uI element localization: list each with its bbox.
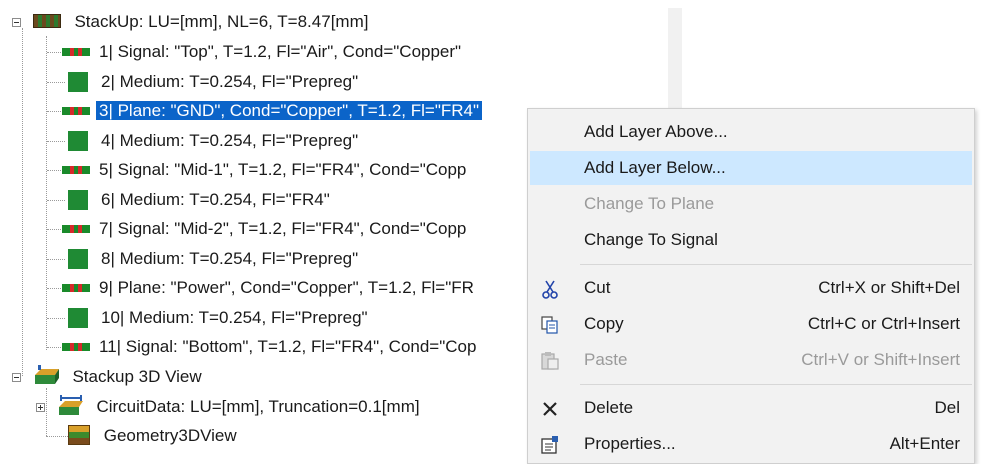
signal-layer-icon — [62, 47, 90, 56]
menu-item-label: Add Layer Above... — [584, 122, 728, 141]
tree-node-label: 4| Medium: T=0.254, Fl="Prepreg" — [101, 131, 359, 150]
menu-shortcut: Del — [934, 398, 960, 417]
tree-node-label: 7| Signal: "Mid-2", T=1.2, Fl="FR4", Con… — [99, 219, 467, 238]
tree-node-layer[interactable]: 6| Medium: T=0.254, Fl="FR4" — [62, 187, 333, 213]
copy-icon — [541, 316, 558, 334]
tree-node-label: 9| Plane: "Power", Cond="Copper", T=1.2,… — [99, 278, 474, 297]
tree-node-geometry-3d-view[interactable]: Geometry3DView — [68, 423, 240, 449]
tree-node-layer[interactable]: 3| Plane: "GND", Cond="Copper", T=1.2, F… — [62, 98, 483, 124]
tree-node-circuit-data[interactable]: CircuitData: LU=[mm], Truncation=0.1[mm] — [34, 394, 423, 420]
tree-node-layer[interactable]: 9| Plane: "Power", Cond="Copper", T=1.2,… — [62, 275, 477, 301]
medium-layer-icon — [68, 130, 88, 151]
tree-node-layer[interactable]: 8| Medium: T=0.254, Fl="Prepreg" — [62, 246, 361, 272]
tree-node-label: 10| Medium: T=0.254, Fl="Prepreg" — [101, 308, 368, 327]
menu-item-cut[interactable]: Cut Ctrl+X or Shift+Del — [530, 271, 972, 305]
context-menu: Add Layer Above... Add Layer Below... Ch… — [527, 108, 975, 464]
medium-layer-icon — [68, 71, 88, 92]
tree-node-label: 6| Medium: T=0.254, Fl="FR4" — [101, 190, 330, 209]
signal-layer-icon — [62, 342, 90, 351]
plane-layer-icon — [62, 106, 90, 115]
menu-item-paste[interactable]: Paste Ctrl+V or Shift+Insert — [530, 343, 972, 377]
collapse-toggle[interactable] — [12, 373, 21, 382]
geometry-icon — [68, 424, 90, 445]
collapse-toggle[interactable] — [12, 18, 21, 27]
menu-separator — [580, 264, 972, 265]
tree-node-label: 11| Signal: "Bottom", T=1.2, Fl="FR4", C… — [99, 337, 477, 356]
tree-node-stackup[interactable]: StackUp: LU=[mm], NL=6, T=8.47[mm] — [10, 9, 371, 35]
signal-layer-icon — [62, 224, 90, 233]
menu-item-label: Paste — [584, 350, 628, 369]
menu-item-change-to-plane[interactable]: Change To Plane — [530, 187, 972, 221]
stackup-icon — [32, 13, 61, 28]
tree-node-layer[interactable]: 1| Signal: "Top", T=1.2, Fl="Air", Cond=… — [62, 39, 464, 65]
tree-node-label: 1| Signal: "Top", T=1.2, Fl="Air", Cond=… — [99, 42, 462, 61]
tree-node-layer[interactable]: 2| Medium: T=0.254, Fl="Prepreg" — [62, 69, 361, 95]
tree-node-label: Geometry3DView — [103, 426, 237, 445]
tree-node-label: 2| Medium: T=0.254, Fl="Prepreg" — [101, 72, 359, 91]
menu-shortcut: Ctrl+X or Shift+Del — [818, 278, 960, 297]
menu-item-delete[interactable]: Delete Del — [530, 391, 972, 425]
menu-item-label: Cut — [584, 278, 611, 297]
paste-icon — [541, 352, 559, 370]
menu-item-label: Properties... — [584, 434, 676, 453]
menu-shortcut: Ctrl+C or Ctrl+Insert — [807, 314, 960, 333]
menu-shortcut: Ctrl+V or Shift+Insert — [801, 350, 960, 369]
tree-node-layer[interactable]: 11| Signal: "Bottom", T=1.2, Fl="FR4", C… — [62, 334, 479, 360]
tree-node-stackup-3d-view[interactable]: Stackup 3D View — [10, 364, 205, 390]
signal-layer-icon — [62, 165, 90, 174]
menu-item-label: Copy — [584, 314, 624, 333]
menu-item-label: Change To Signal — [584, 230, 718, 249]
menu-item-add-layer-below[interactable]: Add Layer Below... — [530, 151, 972, 185]
medium-layer-icon — [68, 248, 88, 269]
menu-item-change-to-signal[interactable]: Change To Signal — [530, 223, 972, 257]
menu-item-properties[interactable]: Properties... Alt+Enter — [530, 427, 972, 461]
tree-node-label: StackUp: LU=[mm], NL=6, T=8.47[mm] — [74, 12, 369, 31]
menu-item-label: Add Layer Below... — [584, 158, 726, 177]
menu-separator — [580, 384, 972, 385]
tree-node-label: CircuitData: LU=[mm], Truncation=0.1[mm] — [96, 397, 420, 416]
properties-icon — [541, 436, 558, 454]
menu-item-label: Delete — [584, 398, 634, 417]
tree-node-layer[interactable]: 5| Signal: "Mid-1", T=1.2, Fl="FR4", Con… — [62, 157, 469, 183]
tree-node-label: 5| Signal: "Mid-1", T=1.2, Fl="FR4", Con… — [99, 160, 467, 179]
plane-layer-icon — [62, 283, 90, 292]
tree-node-label: 8| Medium: T=0.254, Fl="Prepreg" — [101, 249, 359, 268]
3d-view-icon — [34, 364, 59, 384]
medium-layer-icon — [68, 307, 88, 328]
tree-node-layer[interactable]: 4| Medium: T=0.254, Fl="Prepreg" — [62, 128, 361, 154]
menu-shortcut: Alt+Enter — [889, 434, 960, 453]
delete-x-icon — [543, 402, 557, 416]
tree-node-layer[interactable]: 7| Signal: "Mid-2", T=1.2, Fl="FR4", Con… — [62, 216, 469, 242]
medium-layer-icon — [68, 189, 88, 210]
tree-node-label: Stackup 3D View — [72, 367, 202, 386]
menu-item-copy[interactable]: Copy Ctrl+C or Ctrl+Insert — [530, 307, 972, 341]
menu-item-label: Change To Plane — [584, 194, 715, 213]
tree-node-label: 3| Plane: "GND", Cond="Copper", T=1.2, F… — [96, 101, 483, 120]
circuit-data-icon — [58, 394, 83, 415]
expand-toggle[interactable] — [36, 403, 45, 412]
menu-item-add-layer-above[interactable]: Add Layer Above... — [530, 115, 972, 149]
scissors-icon — [542, 280, 558, 299]
tree-node-layer[interactable]: 10| Medium: T=0.254, Fl="Prepreg" — [62, 305, 371, 331]
